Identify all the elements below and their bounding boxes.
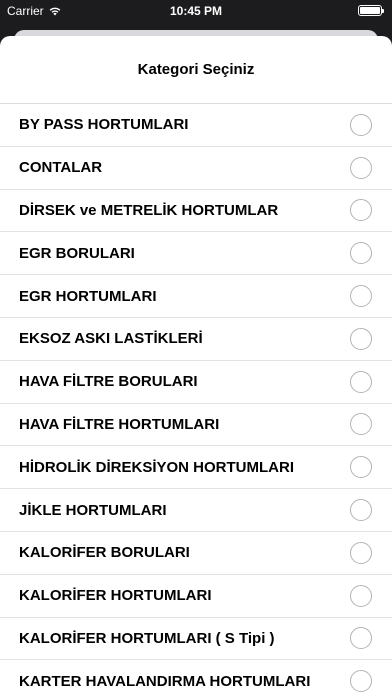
radio-button[interactable] bbox=[350, 327, 372, 350]
category-option[interactable]: EKSOZ ASKI LASTİKLERİ bbox=[0, 318, 392, 361]
radio-button[interactable] bbox=[350, 413, 372, 436]
status-time: 10:45 PM bbox=[169, 4, 223, 18]
screen: Carrier 10:45 PM Kategori Seçiniz BY PAS… bbox=[0, 0, 392, 696]
radio-button[interactable] bbox=[350, 370, 372, 393]
category-option-label: CONTALAR bbox=[19, 159, 103, 177]
category-option[interactable]: KARTER HAVALANDIRMA HORTUMLARI bbox=[0, 660, 392, 696]
category-option[interactable]: HAVA FİLTRE BORULARI bbox=[0, 361, 392, 404]
radio-button[interactable] bbox=[350, 285, 372, 308]
category-option-label: HAVA FİLTRE HORTUMLARI bbox=[19, 415, 220, 433]
category-option-label: KALORİFER BORULARI bbox=[19, 544, 190, 562]
category-option[interactable]: JİKLE HORTUMLARI bbox=[0, 489, 392, 532]
category-option-label: EGR HORTUMLARI bbox=[19, 287, 157, 305]
category-sheet: Kategori Seçiniz BY PASS HORTUMLARI CONTA… bbox=[0, 36, 392, 696]
radio-button[interactable] bbox=[350, 584, 372, 607]
sheet-header: Kategori Seçiniz bbox=[0, 36, 392, 104]
category-option-label: KALORİFER HORTUMLARI bbox=[19, 587, 212, 605]
category-option[interactable]: KALORİFER HORTUMLARI ( S Tipi ) bbox=[0, 618, 392, 661]
category-option-label: JİKLE HORTUMLARI bbox=[19, 501, 167, 519]
category-option[interactable]: DİRSEK ve METRELİK HORTUMLAR bbox=[0, 190, 392, 233]
status-bar: Carrier 10:45 PM bbox=[0, 0, 392, 24]
category-option[interactable]: KALORİFER HORTUMLARI bbox=[0, 575, 392, 618]
category-option-label: KARTER HAVALANDIRMA HORTUMLARI bbox=[19, 672, 311, 690]
category-option-label: DİRSEK ve METRELİK HORTUMLAR bbox=[19, 201, 279, 219]
category-option[interactable]: EGR HORTUMLARI bbox=[0, 275, 392, 318]
sheet-title: Kategori Seçiniz bbox=[137, 61, 255, 78]
radio-button[interactable] bbox=[350, 627, 372, 650]
battery-icon bbox=[358, 5, 384, 16]
radio-button[interactable] bbox=[350, 541, 372, 564]
category-option[interactable]: HİDROLİK DİREKSİYON HORTUMLARI bbox=[0, 446, 392, 490]
radio-button[interactable] bbox=[350, 670, 372, 693]
radio-button[interactable] bbox=[350, 113, 372, 136]
radio-button[interactable] bbox=[350, 456, 372, 479]
category-list: BY PASS HORTUMLARI CONTALAR DİRSEK ve METR… bbox=[0, 104, 392, 696]
category-option-label: KALORİFER HORTUMLARI ( S Tipi ) bbox=[19, 629, 275, 647]
category-option[interactable]: CONTALAR bbox=[0, 147, 392, 190]
category-option-label: HİDROLİK DİREKSİYON HORTUMLARI bbox=[19, 458, 294, 476]
battery-fill bbox=[360, 7, 380, 14]
category-option-label: HAVA FİLTRE BORULARI bbox=[19, 373, 198, 391]
category-option[interactable]: BY PASS HORTUMLARI bbox=[0, 104, 392, 147]
radio-button[interactable] bbox=[350, 499, 372, 522]
category-option-label: EGR BORULARI bbox=[19, 244, 135, 262]
category-option-label: EKSOZ ASKI LASTİKLERİ bbox=[19, 330, 203, 348]
category-option[interactable]: HAVA FİLTRE HORTUMLARI bbox=[0, 404, 392, 447]
radio-button[interactable] bbox=[350, 199, 372, 222]
category-option[interactable]: KALORİFER BORULARI bbox=[0, 532, 392, 575]
category-option[interactable]: EGR BORULARI bbox=[0, 232, 392, 276]
radio-button[interactable] bbox=[350, 242, 372, 265]
category-option-label: BY PASS HORTUMLARI bbox=[19, 116, 189, 134]
radio-button[interactable] bbox=[350, 156, 372, 179]
